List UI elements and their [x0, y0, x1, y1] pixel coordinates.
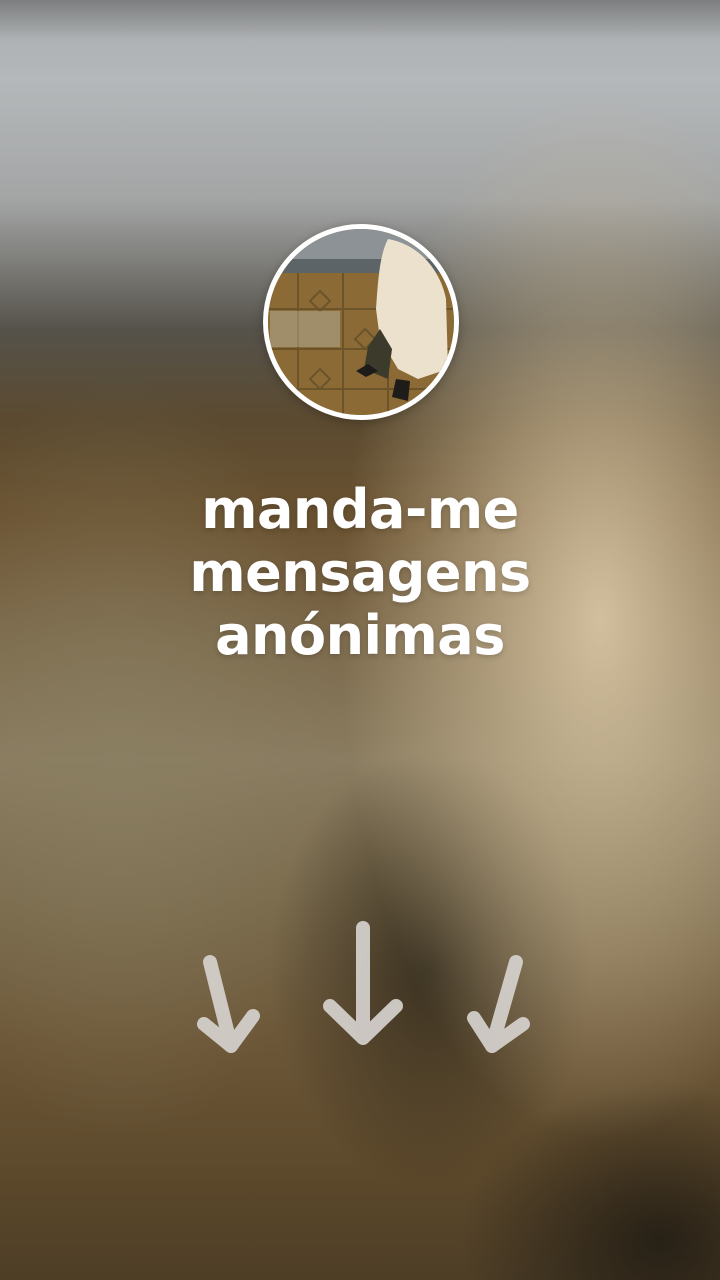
prompt-line-3: anónimas — [215, 604, 505, 667]
down-arrow-icon-left — [197, 955, 260, 1053]
top-shade — [0, 0, 720, 40]
down-arrow-icon-right — [467, 955, 530, 1053]
down-arrow-icon-center — [323, 921, 403, 1045]
prompt-line-2: mensagens — [189, 541, 531, 604]
profile-photo-icon — [268, 229, 454, 415]
prompt-line-1: manda-me — [201, 478, 519, 541]
profile-avatar[interactable] — [263, 224, 459, 420]
story-screen: manda-me mensagens anónimas — [0, 0, 720, 1280]
anonymous-messages-prompt: manda-me mensagens anónimas — [60, 478, 660, 667]
